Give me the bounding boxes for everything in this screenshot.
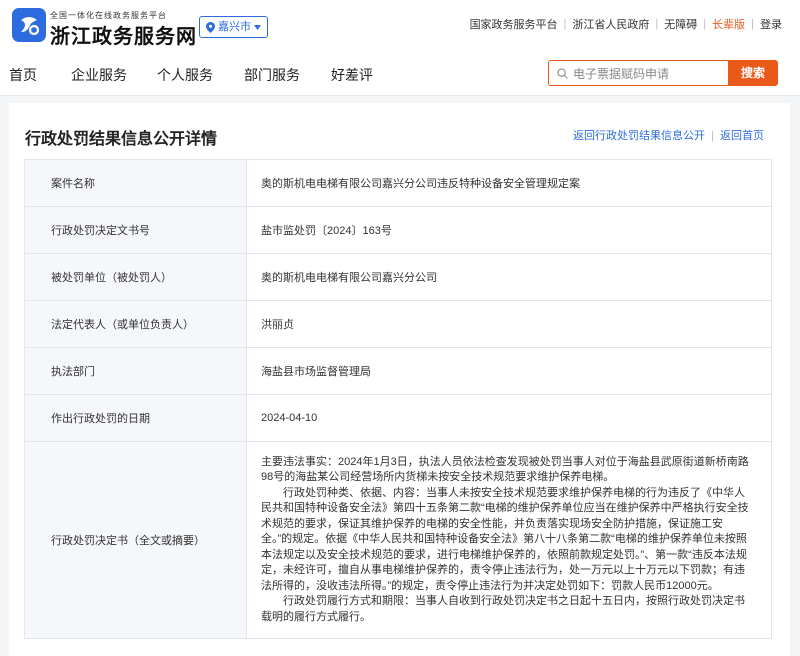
- table-row: 行政处罚决定文书号 盐市监处罚〔2024〕163号: [24, 206, 772, 254]
- link-national-platform[interactable]: 国家政务服务平台: [470, 16, 558, 32]
- card-links: 返回行政处罚结果信息公开 | 返回首页: [573, 127, 764, 143]
- field-value: 海盐县市场监督管理局: [246, 347, 772, 395]
- decision-paragraph: 行政处罚履行方式和期限：当事人自收到行政处罚决定书之日起十五日内，按照行政处罚决…: [261, 595, 745, 623]
- field-label: 行政处罚决定文书号: [24, 206, 247, 254]
- search-icon: [557, 67, 568, 79]
- caret-down-icon: [254, 24, 261, 30]
- back-to-list-link[interactable]: 返回行政处罚结果信息公开: [573, 130, 705, 142]
- divider: |: [711, 130, 714, 142]
- detail-card: 行政处罚结果信息公开详情 返回行政处罚结果信息公开 | 返回首页 案件名称 奥的…: [9, 103, 790, 656]
- search-placeholder: 电子票据赋码申请: [573, 66, 670, 81]
- nav-item-personal-services[interactable]: 个人服务: [157, 65, 213, 85]
- nav-item-enterprise-services[interactable]: 企业服务: [71, 65, 127, 85]
- field-label: 被处罚单位（被处罚人）: [24, 253, 247, 301]
- divider: |: [703, 18, 707, 30]
- table-row: 被处罚单位（被处罚人） 奥的斯机电电梯有限公司嘉兴分公司: [24, 253, 772, 301]
- link-elder-mode[interactable]: 长辈版: [712, 16, 745, 32]
- top-header: 全国一体化在线政务服务平台 浙江政务服务网 嘉兴市 国家政务服务平台 | 浙江省…: [0, 0, 800, 50]
- divider: |: [563, 18, 567, 30]
- link-provincial-government[interactable]: 浙江省人民政府: [572, 16, 649, 32]
- brand-title[interactable]: 浙江政务服务网: [50, 20, 197, 49]
- top-links: 国家政务服务平台 | 浙江省人民政府 | 无障碍 | 长辈版 | 登录: [470, 16, 782, 32]
- main-nav: 首页 企业服务 个人服务 部门服务 好差评 电子票据赋码申请 搜索: [0, 50, 800, 96]
- table-row: 案件名称 奥的斯机电电梯有限公司嘉兴分公司违反特种设备安全管理规定案: [24, 159, 772, 207]
- field-label: 作出行政处罚的日期: [24, 394, 247, 442]
- field-label: 执法部门: [24, 347, 247, 395]
- divider: |: [751, 18, 754, 30]
- field-label: 案件名称: [24, 159, 247, 207]
- login-link[interactable]: 登录: [760, 16, 782, 32]
- location-selector[interactable]: 嘉兴市: [199, 16, 268, 38]
- field-value: 盐市监处罚〔2024〕163号: [246, 206, 772, 254]
- link-accessibility[interactable]: 无障碍: [664, 16, 697, 32]
- nav-item-department-services[interactable]: 部门服务: [244, 65, 300, 85]
- location-pin-icon: [206, 21, 215, 33]
- page-title: 行政处罚结果信息公开详情: [25, 131, 218, 148]
- nav-item-home[interactable]: 首页: [9, 65, 37, 85]
- decision-paragraph: 行政处罚种类、依据、内容：当事人未按安全技术规范要求维护保养电梯的行为违反了《中…: [261, 486, 749, 592]
- field-value: 洪丽贞: [246, 300, 772, 348]
- field-value: 奥的斯机电电梯有限公司嘉兴分公司: [246, 253, 772, 301]
- divider: |: [655, 18, 659, 30]
- field-value: 2024-04-10: [246, 394, 772, 442]
- table-row: 法定代表人（或单位负责人） 洪丽贞: [24, 300, 772, 348]
- field-value: 奥的斯机电电梯有限公司嘉兴分公司违反特种设备安全管理规定案: [246, 159, 772, 207]
- back-to-home-link[interactable]: 返回首页: [720, 130, 764, 142]
- nav-item-reviews[interactable]: 好差评: [331, 65, 373, 85]
- decision-text: 主要违法事实：2024年1月3日，执法人员依法检查发现被处罚当事人对位于海盐县武…: [246, 441, 772, 639]
- decision-paragraph: 主要违法事实：2024年1月3日，执法人员依法检查发现被处罚当事人对位于海盐县武…: [261, 455, 749, 484]
- field-label: 法定代表人（或单位负责人）: [24, 300, 247, 348]
- search-button[interactable]: 搜索: [728, 60, 778, 86]
- table-row: 执法部门 海盐县市场监督管理局: [24, 347, 772, 395]
- table-row: 作出行政处罚的日期 2024-04-10: [24, 394, 772, 442]
- table-row: 行政处罚决定书（全文或摘要） 主要违法事实：2024年1月3日，执法人员依法检查…: [24, 441, 772, 639]
- search-input[interactable]: 电子票据赋码申请: [548, 60, 728, 86]
- location-label: 嘉兴市: [218, 21, 251, 33]
- field-label: 行政处罚决定书（全文或摘要）: [24, 441, 247, 639]
- zhejiang-gov-logo-icon[interactable]: [12, 8, 46, 42]
- detail-table: 案件名称 奥的斯机电电梯有限公司嘉兴分公司违反特种设备安全管理规定案 行政处罚决…: [24, 159, 772, 639]
